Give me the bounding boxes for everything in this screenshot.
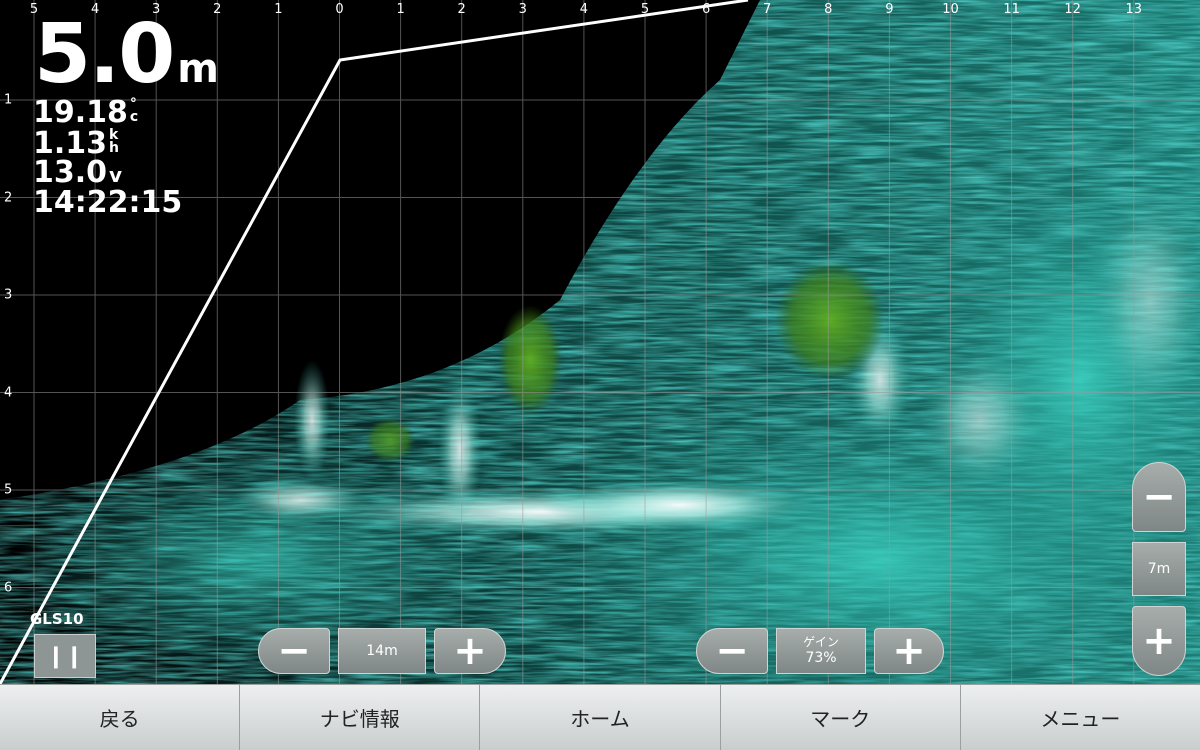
range-tick-label: 10 [942,2,959,17]
pause-icon: ❙❙ [46,643,84,669]
speed-unit: k h [109,127,119,156]
range-tick-label: 11 [1003,2,1020,17]
clock-readout: 14:22:15 [33,185,183,220]
softkey-back[interactable]: 戻る [0,685,241,750]
water-temp-unit: °c [129,96,139,125]
zoom-value[interactable]: 7m [1132,542,1186,596]
zoom-plus-button[interactable]: + [1132,606,1186,676]
softkey-bar: 戻る ナビ情報 ホーム マーク メニュー [0,684,1200,750]
sonar-source-label: GLS10 [30,610,84,628]
depth-tick-label: 1 [4,92,13,108]
range-value[interactable]: 14m [338,628,426,674]
minus-icon: − [1142,474,1176,520]
gain-value: 73% [805,649,837,666]
depth-tick-label: 6 [4,580,13,595]
range-tick-label: 6 [701,2,711,17]
echo-layer [0,0,1200,684]
sonar-view[interactable]: 5 4 3 2 1 0 1 2 3 4 5 6 7 8 9 10 11 12 13 123456 5.0 m 19.1… [0,0,1200,684]
depth-tick-label: 3 [4,287,13,303]
voltage-unit: v [109,163,123,187]
plus-icon: + [1142,618,1176,664]
sonar-echo-image [0,0,1200,684]
plus-icon: + [892,628,926,674]
range-plus-button[interactable]: + [434,628,506,674]
zoom-minus-button[interactable]: − [1132,462,1186,532]
voltage-readout: 13.0 v [33,158,122,188]
gain-value-box[interactable]: ゲイン 73% [776,628,866,674]
depth-tick-label: 4 [4,385,13,400]
depth-readout: 5.0 m [34,14,219,96]
pause-button[interactable]: ❙❙ [34,634,96,678]
gain-plus-button[interactable]: + [874,628,944,674]
softkey-nav-info[interactable]: ナビ情報 [240,685,481,750]
depth-tick-label: 2 [4,190,13,205]
depth-tick-label: 5 [4,482,13,498]
range-tick-label: 13 [1125,2,1143,17]
range-tick-label: 3 [518,2,527,17]
plus-icon: + [453,628,487,674]
gain-label: ゲイン [803,634,839,649]
gain-minus-button[interactable]: − [696,628,768,674]
depth-unit: m [177,46,219,92]
softkey-mark[interactable]: マーク [721,685,961,750]
range-minus-button[interactable]: − [258,628,330,674]
range-tick-label: 7 [763,2,772,17]
range-tick-label: 8 [824,2,833,17]
water-temp-value: 19.18 [33,95,128,130]
range-tick-label: 1 [274,2,283,17]
range-tick-label: 1 [396,2,405,17]
minus-icon: − [277,628,311,674]
softkey-menu[interactable]: メニュー [961,685,1200,750]
depth-value: 5.0 [34,7,175,102]
range-tick-label: 9 [885,2,894,17]
range-tick-label: 5 [640,2,650,17]
range-tick-label: 4 [579,2,589,17]
minus-icon: − [715,628,749,674]
range-tick-label: 0 [335,2,344,17]
water-temp-readout: 19.18 °c [33,95,139,130]
softkey-home[interactable]: ホーム [480,685,721,750]
range-tick-label: 12 [1064,2,1081,17]
range-tick-label: 2 [457,2,466,17]
